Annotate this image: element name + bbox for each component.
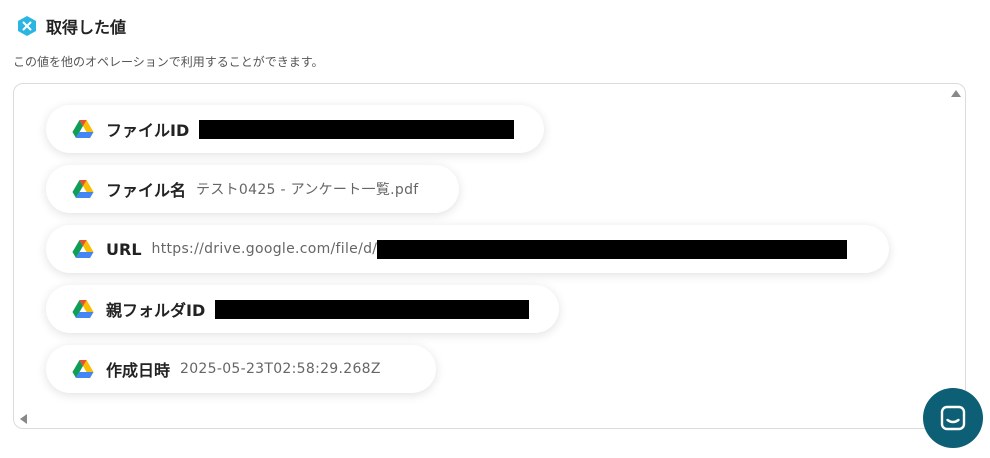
google-drive-icon: [72, 300, 94, 318]
value-text: https://drive.google.com/file/d/: [151, 241, 378, 257]
value-text: 2025-05-23T02:58:29.268Z: [180, 361, 381, 377]
value-label: ファイルID: [106, 121, 190, 140]
value-text: テスト0425 - アンケート一覧.pdf: [196, 182, 419, 198]
value-chip-url[interactable]: URL https://drive.google.com/file/d/: [46, 225, 889, 273]
value-label: URL: [106, 239, 142, 259]
value-label: 親フォルダID: [106, 301, 206, 320]
section-header: 取得した値: [16, 14, 126, 38]
value-chip-parent-folder-id[interactable]: 親フォルダID: [46, 285, 559, 333]
value-label: 作成日時: [106, 361, 171, 380]
value-chip-file-id[interactable]: ファイルID: [46, 105, 544, 153]
google-drive-icon: [72, 180, 94, 198]
section-description: この値を他のオペレーションで利用することができます。: [13, 55, 324, 69]
redacted-value: [377, 239, 848, 259]
section-title: 取得した値: [46, 18, 127, 37]
redacted-value: [199, 119, 515, 139]
chat-button[interactable]: [923, 388, 983, 448]
value-chip-file-name[interactable]: ファイル名 テスト0425 - アンケート一覧.pdf: [46, 165, 459, 213]
chat-icon: [940, 405, 966, 431]
redacted-value: [215, 299, 530, 319]
google-drive-icon: [72, 240, 94, 258]
value-label: ファイル名: [106, 181, 187, 200]
google-drive-icon: [72, 360, 94, 378]
scroll-left-arrow[interactable]: [20, 414, 27, 424]
value-chip-created-at[interactable]: 作成日時 2025-05-23T02:58:29.268Z: [46, 345, 436, 393]
x-hexagon-icon: [16, 15, 38, 37]
values-panel[interactable]: ファイルID ファイル名 テスト0425 - アンケート一覧.pdf URL h…: [13, 83, 966, 429]
google-drive-icon: [72, 120, 94, 138]
scroll-up-arrow[interactable]: [951, 90, 961, 97]
